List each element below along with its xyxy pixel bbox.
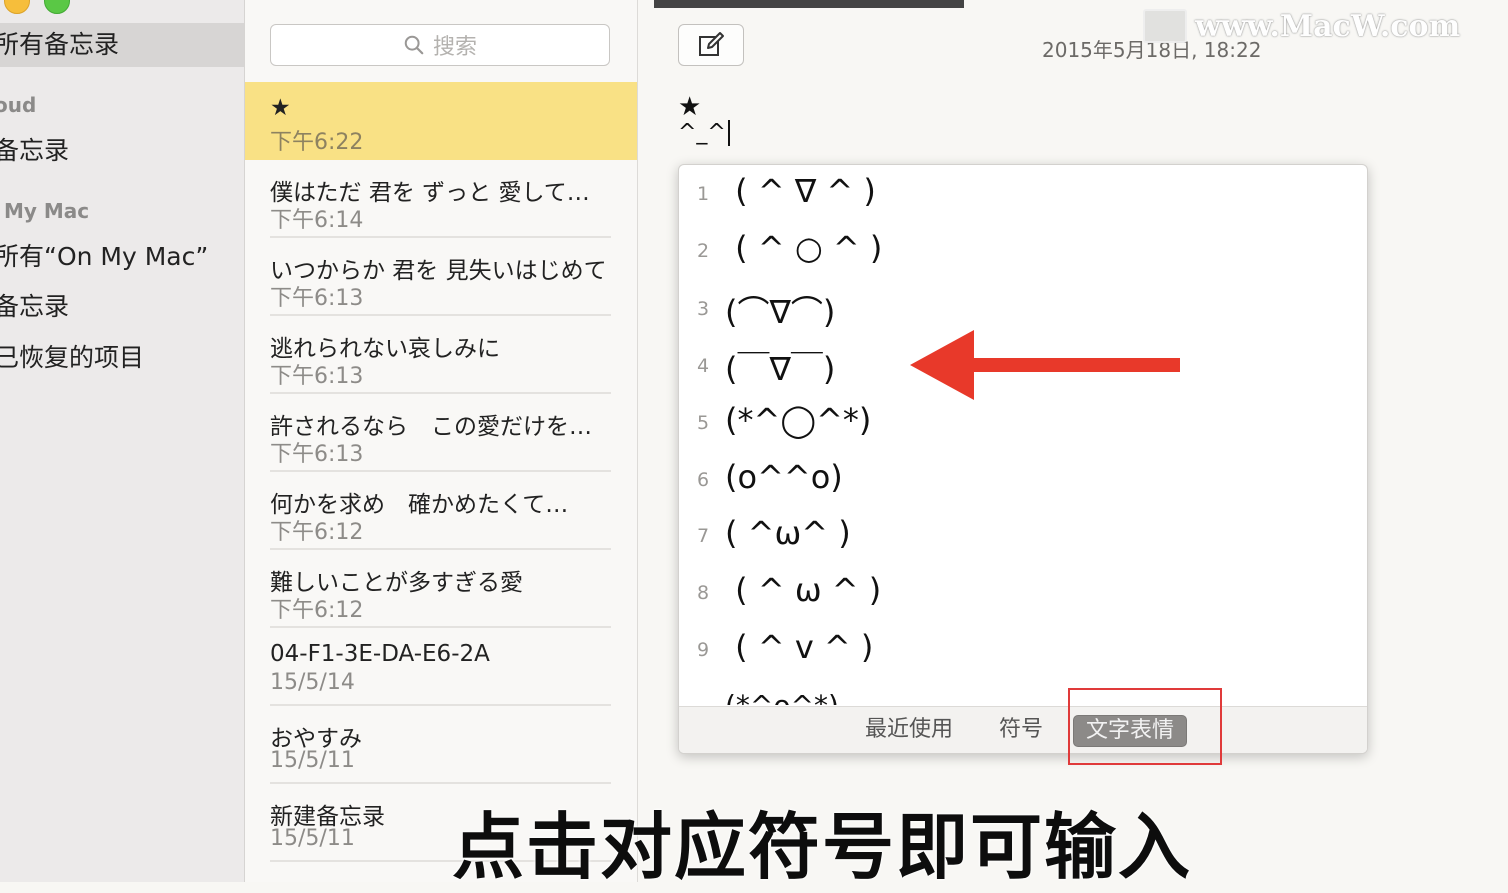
emoticon-candidate[interactable]: (*^o^*) <box>679 683 1367 705</box>
sidebar-item-label: 所有“On My Mac” <box>0 242 209 271</box>
note-line-emoticon: ^_^ <box>678 120 730 146</box>
candidate-emoticon: (￣∇￣) <box>725 350 836 388</box>
sidebar-item-label: 备忘录 <box>0 136 70 165</box>
note-date: 15/5/14 <box>270 670 355 695</box>
candidate-number: 9 <box>697 639 710 661</box>
candidate-number: 4 <box>697 355 710 377</box>
search-placeholder: 搜索 <box>432 35 477 60</box>
note-date: 下午6:13 <box>270 364 364 389</box>
candidate-number: 1 <box>697 183 710 205</box>
notes-list: 搜索 ★ 下午6:22 僕はただ 君を ずっと 愛して… 下午6:14 いつから… <box>245 0 638 882</box>
watermark-text: www.MacW.com <box>1195 8 1461 44</box>
candidate-number: 2 <box>697 240 710 262</box>
candidate-emoticon: ( ^ ○ ^ ) <box>725 229 883 267</box>
pointer-arrow-icon <box>910 330 1180 400</box>
emoticon-candidate[interactable]: 2 ( ^ ○ ^ ) <box>679 224 1367 274</box>
candidate-emoticon: (*^o^*) <box>725 689 839 705</box>
sidebar-item-label: 备忘录 <box>0 292 70 321</box>
sidebar-item-label: 已恢复的项目 <box>0 343 145 372</box>
candidate-number: 7 <box>697 525 710 547</box>
sidebar-item-mac-notes[interactable]: 备忘录 <box>0 285 244 329</box>
note-item[interactable]: 僕はただ 君を ずっと 愛して… 下午6:14 <box>245 160 637 238</box>
video-top-bar <box>654 0 964 8</box>
note-date: 下午6:13 <box>270 442 364 467</box>
sidebar-item-recovered[interactable]: 已恢复的项目 <box>0 336 244 380</box>
note-date: 下午6:13 <box>270 286 364 311</box>
note-date: 15/5/11 <box>270 826 355 851</box>
sidebar-item-all-on-my-mac[interactable]: 所有“On My Mac” <box>0 235 244 279</box>
note-date: 下午6:14 <box>270 208 364 233</box>
note-date: 下午6:12 <box>270 598 364 623</box>
note-date: 下午6:12 <box>270 520 364 545</box>
emoticon-candidate[interactable]: 6 (o^^o) <box>679 453 1367 503</box>
candidate-number: 3 <box>697 298 710 320</box>
sidebar: 所有备忘录 oud 备忘录 My Mac 所有“On My Mac” 备忘录 已… <box>0 0 245 882</box>
candidate-number: 8 <box>697 582 710 604</box>
minimize-window-button[interactable] <box>4 0 30 14</box>
note-title: 04-F1-3E-DA-E6-2A <box>270 641 490 667</box>
note-item[interactable]: 逃れられない哀しみに 下午6:13 <box>245 316 637 394</box>
candidate-emoticon: ( ^ ∇ ^ ) <box>725 172 876 210</box>
note-date: 下午6:22 <box>270 130 364 155</box>
note-title: ★ <box>270 95 291 121</box>
watermark-logo-icon <box>1143 9 1187 43</box>
emoticon-candidate[interactable]: 5 (*^◯^*) <box>679 396 1367 446</box>
search-input[interactable]: 搜索 <box>270 24 610 66</box>
sidebar-section-icloud: oud <box>0 93 37 117</box>
note-item[interactable]: 難しいことが多すぎる愛 下午6:12 <box>245 550 637 628</box>
candidate-number: 6 <box>697 469 710 491</box>
highlight-box <box>1068 688 1222 765</box>
zoom-window-button[interactable] <box>44 0 70 14</box>
compose-icon <box>699 32 724 56</box>
note-item[interactable]: 04-F1-3E-DA-E6-2A 15/5/14 <box>245 628 637 706</box>
search-icon <box>404 35 424 55</box>
note-line-text: ^_^ <box>678 120 726 145</box>
tab-recent[interactable]: 最近使用 <box>865 715 953 745</box>
text-cursor <box>727 120 730 146</box>
sidebar-section-on-my-mac: My Mac <box>4 199 90 223</box>
note-item[interactable]: おやすみ 15/5/11 <box>245 706 637 784</box>
emoticon-picker: 1 ( ^ ∇ ^ ) 2 ( ^ ○ ^ ) 3 (⌒∇⌒) 4 (￣∇￣) … <box>678 164 1368 754</box>
candidate-emoticon: (⌒∇⌒) <box>725 293 836 331</box>
candidate-emoticon: ( ^ ω ^ ) <box>725 571 882 609</box>
candidate-emoticon: ( ^ω^ ) <box>725 514 851 552</box>
candidate-emoticon: ( ^ v ^ ) <box>725 628 874 666</box>
emoticon-candidate[interactable]: 9 ( ^ v ^ ) <box>679 623 1367 673</box>
note-date: 15/5/11 <box>270 748 355 773</box>
note-line-star: ★ <box>678 92 702 122</box>
candidate-emoticon: (o^^o) <box>725 458 843 496</box>
candidate-emoticon: (*^◯^*) <box>725 401 872 439</box>
sidebar-item-label: 所有备忘录 <box>0 30 120 59</box>
new-note-button[interactable] <box>678 24 744 66</box>
sidebar-item-all-notes[interactable]: 所有备忘录 <box>0 23 244 67</box>
emoticon-candidate[interactable]: 1 ( ^ ∇ ^ ) <box>679 167 1367 217</box>
emoticon-candidate[interactable]: 7 ( ^ω^ ) <box>679 509 1367 559</box>
emoticon-candidate[interactable]: 3 (⌒∇⌒) <box>679 282 1367 332</box>
note-item[interactable]: ★ 下午6:22 <box>245 82 637 160</box>
note-item[interactable]: 何かを求め 確かめたくて… 下午6:12 <box>245 472 637 550</box>
picker-tab-bar: 最近使用 符号 文字表情 <box>679 706 1367 753</box>
candidate-number: 5 <box>697 412 710 434</box>
tab-symbols[interactable]: 符号 <box>999 715 1043 745</box>
emoticon-candidate[interactable]: 8 ( ^ ω ^ ) <box>679 566 1367 616</box>
video-subtitle: 点击对应符号即可输入 <box>452 805 1193 889</box>
sidebar-item-icloud-notes[interactable]: 备忘录 <box>0 129 244 173</box>
watermark: www.MacW.com <box>1143 8 1461 44</box>
note-item[interactable]: いつからか 君を 見失いはじめて 下午6:13 <box>245 238 637 316</box>
note-item[interactable]: 許されるなら この愛だけを… 下午6:13 <box>245 394 637 472</box>
